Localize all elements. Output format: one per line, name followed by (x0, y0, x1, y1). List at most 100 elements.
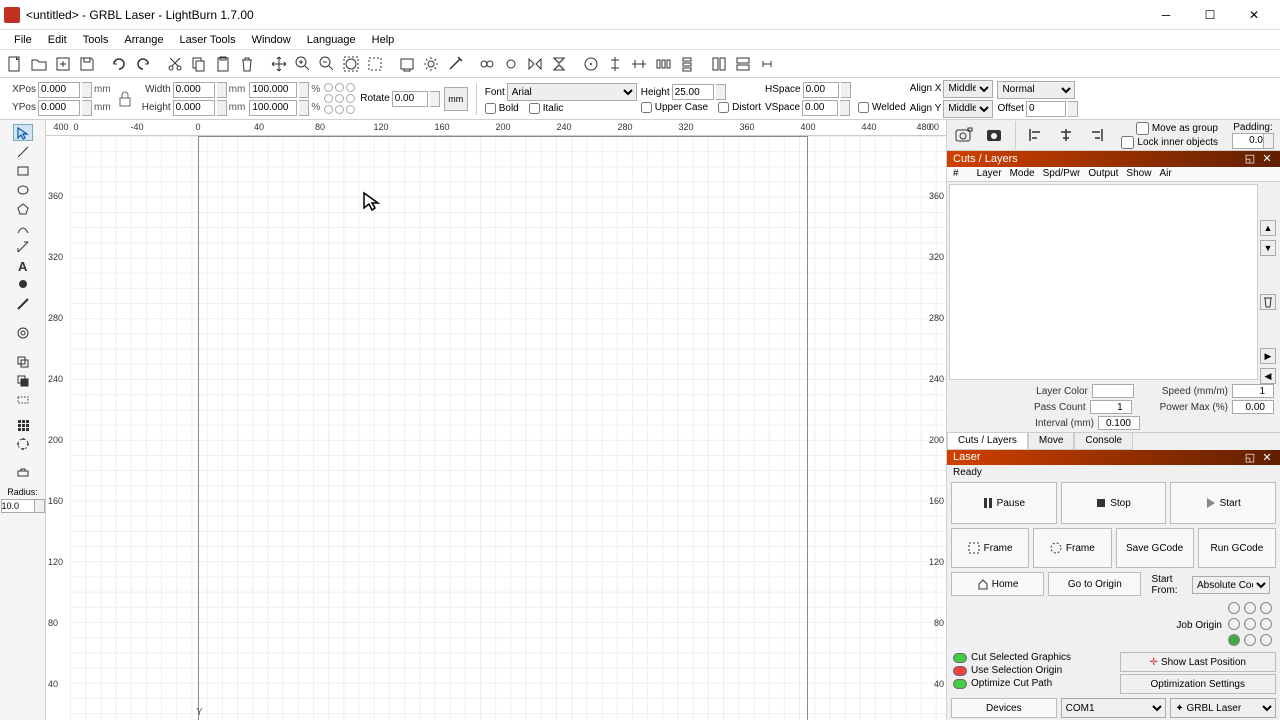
panel-undock-icon[interactable]: ◱ (1243, 152, 1257, 166)
zoom-out-icon[interactable] (316, 53, 338, 75)
menu-arrange[interactable]: Arrange (116, 32, 171, 48)
undo-icon[interactable] (108, 53, 130, 75)
xpos-spinner[interactable] (82, 82, 92, 98)
layer-right-button[interactable]: ▶ (1260, 348, 1276, 364)
panel-close-icon[interactable]: ✕ (1260, 152, 1274, 166)
bezier-tool[interactable] (13, 219, 33, 236)
font-height-input[interactable] (672, 84, 714, 100)
text-tool[interactable]: A (13, 257, 33, 274)
weld-tool[interactable] (13, 353, 33, 370)
array-tool[interactable] (13, 416, 33, 433)
align-v-icon[interactable] (604, 53, 626, 75)
upper-checkbox[interactable] (641, 102, 652, 113)
pause-button[interactable]: Pause (951, 482, 1057, 524)
mm-button[interactable]: mm (444, 87, 468, 111)
menu-language[interactable]: Language (299, 32, 364, 48)
hspace-input[interactable] (803, 82, 839, 98)
panel-close-icon[interactable]: ✕ (1260, 450, 1274, 464)
move-group-checkbox[interactable] (1136, 122, 1149, 135)
zoom-fit-icon[interactable] (340, 53, 362, 75)
frame-circle-button[interactable]: Frame (1033, 528, 1111, 568)
height-input[interactable] (173, 100, 215, 116)
tab-tool[interactable] (13, 464, 33, 481)
xpos-input[interactable] (38, 82, 80, 98)
joborigin-grid[interactable] (1228, 602, 1274, 648)
measure-tool[interactable] (13, 295, 33, 312)
layer-color-swatch[interactable] (1092, 384, 1134, 398)
panel-undock-icon[interactable]: ◱ (1243, 450, 1257, 464)
vspace-input[interactable] (802, 100, 838, 116)
device-settings-icon[interactable] (444, 53, 466, 75)
menu-help[interactable]: Help (364, 32, 403, 48)
camera-icon[interactable] (953, 123, 977, 147)
menu-tools[interactable]: Tools (75, 32, 117, 48)
origin-grid[interactable] (324, 83, 356, 115)
group-tool[interactable] (13, 391, 33, 408)
settings-icon[interactable] (420, 53, 442, 75)
canvas[interactable]: 400 0 -40 0 40 80 120 160 200 240 280 32… (46, 120, 946, 720)
optimization-settings-button[interactable]: Optimization Settings (1120, 674, 1277, 694)
tab-console[interactable]: Console (1074, 433, 1133, 449)
pan-icon[interactable] (268, 53, 290, 75)
bold-checkbox[interactable] (485, 103, 496, 114)
profile-select[interactable]: ✦ GRBL Laser (1170, 698, 1276, 718)
start-button[interactable]: Start (1170, 482, 1276, 524)
aligny-select[interactable]: Middle (943, 100, 993, 118)
align-left-icon[interactable] (1024, 123, 1048, 147)
com-select[interactable]: COM1 (1061, 698, 1167, 718)
interval-input[interactable] (1098, 416, 1140, 430)
menu-laser-tools[interactable]: Laser Tools (172, 32, 244, 48)
padding-input[interactable] (1232, 133, 1264, 149)
close-button[interactable]: ✕ (1232, 0, 1276, 30)
flip-h-icon[interactable] (524, 53, 546, 75)
maximize-button[interactable]: ☐ (1188, 0, 1232, 30)
group-icon[interactable] (476, 53, 498, 75)
preview-icon[interactable] (396, 53, 418, 75)
devices-button[interactable]: Devices (951, 698, 1057, 718)
cuts-list[interactable] (949, 184, 1258, 380)
menu-window[interactable]: Window (244, 32, 299, 48)
align-right-icon[interactable] (1084, 123, 1108, 147)
run-gcode-button[interactable]: Run GCode (1198, 528, 1276, 568)
goto-origin-button[interactable]: Go to Origin (1048, 572, 1141, 596)
new-icon[interactable] (4, 53, 26, 75)
redo-icon[interactable] (132, 53, 154, 75)
minimize-button[interactable]: ─ (1144, 0, 1188, 30)
paste-icon[interactable] (212, 53, 234, 75)
show-last-position-button[interactable]: ✛Show Last Position (1120, 652, 1277, 672)
select-tool[interactable] (13, 124, 33, 141)
welded-checkbox[interactable] (858, 102, 869, 113)
cut-icon[interactable] (164, 53, 186, 75)
frame-rect-button[interactable]: Frame (951, 528, 1029, 568)
home-button[interactable]: Home (951, 572, 1044, 596)
copy-icon[interactable] (188, 53, 210, 75)
ypos-spinner[interactable] (82, 100, 92, 116)
align-dist-v-icon[interactable] (676, 53, 698, 75)
height-pct-input[interactable] (249, 100, 297, 116)
startfrom-select[interactable]: Absolute Coords (1192, 576, 1270, 594)
layer-delete-button[interactable] (1260, 294, 1276, 310)
speed-input[interactable] (1232, 384, 1274, 398)
open-icon[interactable] (28, 53, 50, 75)
radius-input[interactable] (1, 499, 35, 513)
polygon-tool[interactable] (13, 200, 33, 217)
marker-tool[interactable] (13, 276, 33, 293)
rect-tool[interactable] (13, 162, 33, 179)
powermax-input[interactable] (1232, 400, 1274, 414)
save-icon[interactable] (76, 53, 98, 75)
lock-aspect-icon[interactable] (115, 87, 135, 111)
same-height-icon[interactable] (732, 53, 754, 75)
boolean-tool[interactable] (13, 372, 33, 389)
circular-array-tool[interactable] (13, 435, 33, 452)
style-select[interactable]: Normal (997, 81, 1075, 99)
lock-inner-checkbox[interactable] (1121, 136, 1134, 149)
font-select[interactable]: Arial (507, 83, 637, 101)
layer-down-button[interactable]: ▼ (1260, 240, 1276, 256)
width-input[interactable] (173, 82, 215, 98)
align-center-icon[interactable] (580, 53, 602, 75)
align-h-icon[interactable] (628, 53, 650, 75)
ypos-input[interactable] (38, 100, 80, 116)
tab-cuts-layers[interactable]: Cuts / Layers (947, 433, 1028, 449)
layer-left-button[interactable]: ◀ (1260, 368, 1276, 384)
line-tool[interactable] (13, 143, 33, 160)
